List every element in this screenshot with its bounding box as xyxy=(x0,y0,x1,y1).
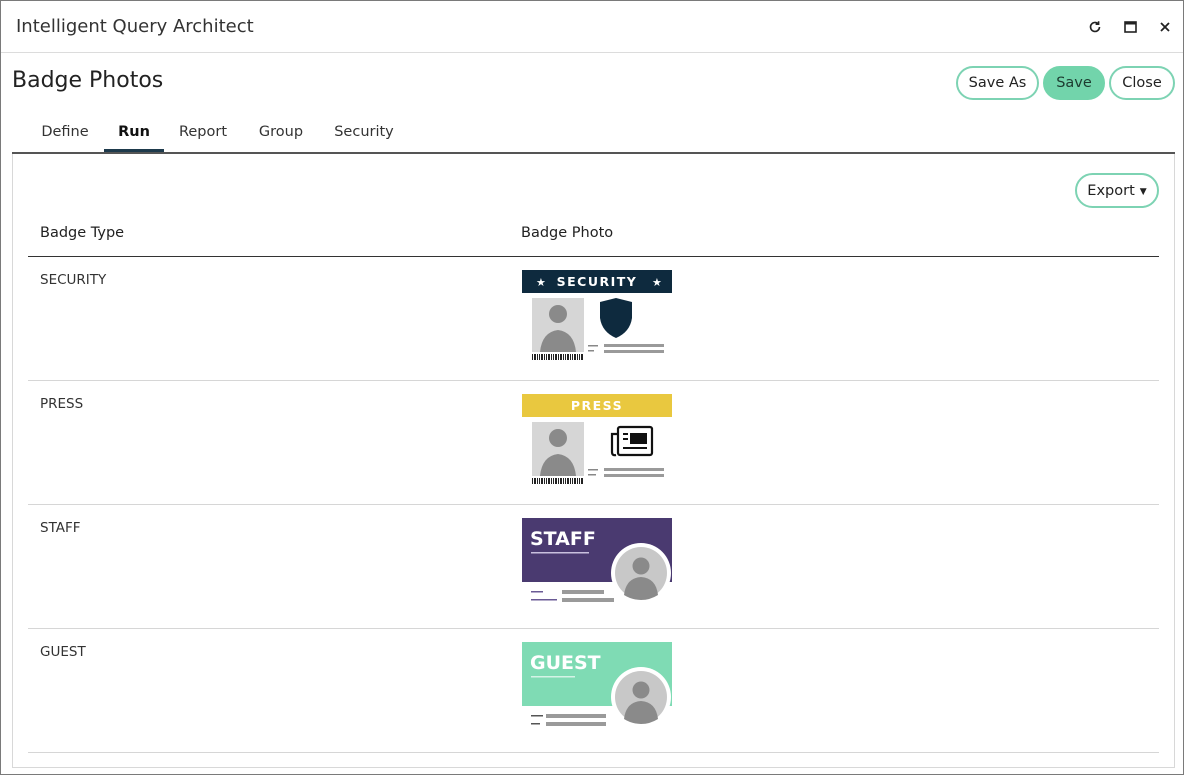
app-window: Intelligent Query Architect Badge Photos… xyxy=(0,0,1184,775)
badge-type-cell: GUEST xyxy=(40,644,86,660)
save-button[interactable]: Save xyxy=(1043,66,1105,100)
badge-type-cell: SECURITY xyxy=(40,272,107,288)
tab-report[interactable]: Report xyxy=(174,124,232,152)
refresh-icon[interactable] xyxy=(1086,18,1104,36)
badge-header-text: STAFF xyxy=(530,528,596,550)
press-badge-image: PRESS xyxy=(522,394,674,490)
table-row: GUEST GUEST xyxy=(28,629,1159,753)
caret-down-icon: ▼ xyxy=(1139,186,1147,197)
badge-type-cell: STAFF xyxy=(40,520,81,536)
page-title: Badge Photos xyxy=(12,68,164,93)
save-as-button[interactable]: Save As xyxy=(956,66,1039,100)
security-badge-image: ★ ★ SECURITY xyxy=(522,270,674,366)
badge-header-text: PRESS xyxy=(571,398,623,413)
export-label: Export xyxy=(1087,182,1135,199)
tab-group[interactable]: Group xyxy=(253,124,309,152)
title-bar: Intelligent Query Architect xyxy=(1,1,1183,53)
export-button[interactable]: Export ▼ xyxy=(1075,173,1159,208)
svg-text:★: ★ xyxy=(652,276,662,289)
table-row: PRESS PRESS xyxy=(28,381,1159,505)
maximize-icon[interactable] xyxy=(1121,18,1139,36)
column-header-badge-photo: Badge Photo xyxy=(521,225,614,241)
window-title: Intelligent Query Architect xyxy=(16,16,254,37)
staff-badge-image: STAFF xyxy=(522,518,674,614)
column-header-badge-type: Badge Type xyxy=(40,225,125,241)
tab-bar: Define Run Report Group Security xyxy=(12,119,1175,154)
close-icon[interactable] xyxy=(1156,18,1174,36)
badge-header-text: GUEST xyxy=(530,652,601,674)
close-button[interactable]: Close xyxy=(1109,66,1175,100)
tab-security[interactable]: Security xyxy=(330,124,398,152)
svg-text:★: ★ xyxy=(536,276,546,289)
tab-run[interactable]: Run xyxy=(104,124,164,152)
tab-define[interactable]: Define xyxy=(37,124,93,152)
table-row: SECURITY ★ ★ SECURITY xyxy=(28,257,1159,381)
badge-type-cell: PRESS xyxy=(40,396,84,412)
table-row: STAFF STAFF xyxy=(28,505,1159,629)
guest-badge-image: GUEST xyxy=(522,642,674,738)
badge-header-text: SECURITY xyxy=(557,274,638,289)
